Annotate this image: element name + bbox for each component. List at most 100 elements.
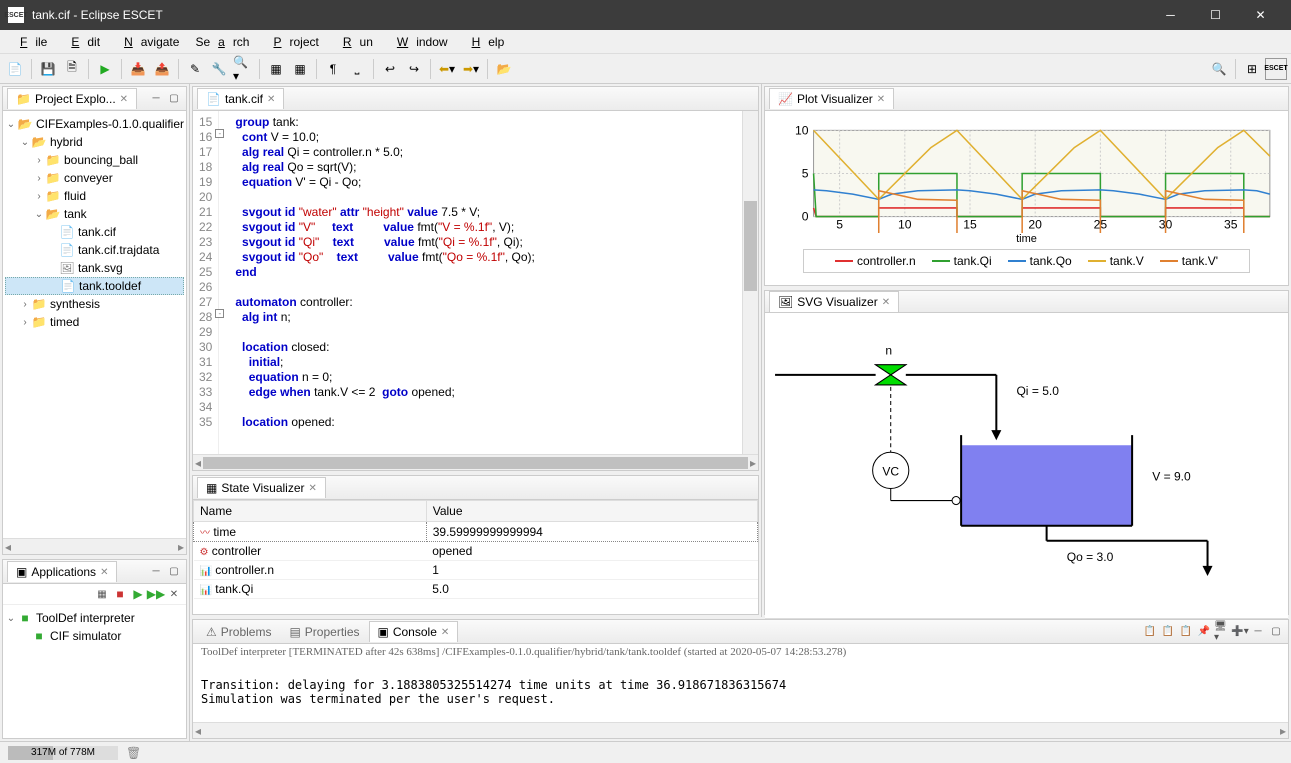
console-btn-3[interactable]: 📋 — [1178, 624, 1194, 640]
menu-navigate[interactable]: Navigate — [108, 32, 187, 52]
project-explorer-tab[interactable]: 📁 Project Explo... ✕ — [7, 88, 137, 109]
col-name[interactable]: Name — [194, 501, 427, 522]
svg-visualizer-tab[interactable]: 🖼 SVG Visualizer ✕ — [769, 291, 899, 312]
console-btn-1[interactable]: 📋 — [1142, 624, 1158, 640]
menu-help[interactable]: Help — [456, 32, 513, 52]
menu-window[interactable]: Window — [381, 32, 456, 52]
tool-7[interactable]: ↩ — [379, 58, 401, 80]
main-toolbar: 📄 💾 🗎 ▶ 📥 📤 ✎ 🔧 🔍▾ ▦ ▦ ¶ ⎵ ↩ ↪ ⬅▾ ➡▾ 📂 🔍… — [0, 54, 1291, 84]
maximize-view[interactable]: ▢ — [166, 564, 182, 580]
app-icon: ▣ — [16, 565, 27, 579]
menu-file[interactable]: File — [4, 32, 55, 52]
close-icon[interactable]: ✕ — [882, 297, 890, 308]
tool-4[interactable]: ▦ — [289, 58, 311, 80]
run-button[interactable]: ▶ — [94, 58, 116, 80]
apps-btn-remove[interactable]: ✕ — [166, 586, 182, 602]
table-row[interactable]: 📊 tank.Qi5.0 — [194, 580, 758, 599]
svg-text:n: n — [885, 344, 892, 358]
tree-item-selected[interactable]: tank.tooldef — [79, 279, 141, 293]
console-btn-2[interactable]: 📋 — [1160, 624, 1176, 640]
plot-visualizer-tab[interactable]: 📈 Plot Visualizer ✕ — [769, 88, 894, 109]
tree-hscroll[interactable]: ◂▸ — [3, 538, 186, 554]
console-hscroll[interactable]: ◂▸ — [193, 722, 1288, 738]
memory-bar[interactable]: 317M of 778M — [8, 746, 118, 760]
console-output[interactable]: Transition: delaying for 3.1883805325514… — [193, 660, 1288, 722]
menu-edit[interactable]: Edit — [55, 32, 108, 52]
console-display[interactable]: 🖥▾ — [1214, 624, 1230, 640]
new-button[interactable]: 📄 — [4, 58, 26, 80]
svg-text:0: 0 — [802, 210, 809, 224]
menu-project[interactable]: Project — [257, 32, 326, 52]
escet-perspective[interactable]: ESCET — [1265, 58, 1287, 80]
tool-1[interactable]: ✎ — [184, 58, 206, 80]
warning-icon: ⚠ — [206, 625, 217, 639]
minimize-button[interactable]: ─ — [1148, 0, 1193, 30]
plot-area: 05105101520253035 time controller.ntank.… — [765, 111, 1288, 285]
applications-tab[interactable]: ▣ Applications ✕ — [7, 561, 117, 582]
editor-vscroll[interactable] — [742, 111, 758, 454]
qi-label: Qi = 5.0 — [1016, 384, 1059, 398]
tool-8[interactable]: ↪ — [403, 58, 425, 80]
apps-btn-1[interactable]: ▦ — [94, 586, 110, 602]
maximize-view[interactable]: ▢ — [166, 91, 182, 107]
code-editor[interactable]: 15-161718192021222324252627-282930313233… — [193, 111, 758, 454]
apps-btn-3[interactable]: ▶ — [130, 586, 146, 602]
open-perspective[interactable]: ⊞ — [1241, 58, 1263, 80]
apps-btn-4[interactable]: ▶▶ — [148, 586, 164, 602]
gc-icon[interactable]: 🗑 — [126, 746, 141, 760]
file-icon: 📄 — [206, 92, 221, 106]
close-icon[interactable]: ✕ — [877, 94, 885, 105]
tool-5[interactable]: ¶ — [322, 58, 344, 80]
apps-btn-terminate[interactable]: ■ — [112, 586, 128, 602]
search-tool[interactable]: 🔍▾ — [232, 58, 254, 80]
close-button[interactable]: ✕ — [1238, 0, 1283, 30]
plot-legend: controller.ntank.Qitank.Qotank.Vtank.V' — [803, 249, 1250, 273]
maximize-button[interactable]: ☐ — [1193, 0, 1238, 30]
state-visualizer-tab[interactable]: ▦ State Visualizer ✕ — [197, 477, 326, 498]
qo-label: Qo = 3.0 — [1067, 550, 1114, 564]
perspective-button[interactable]: 📂 — [493, 58, 515, 80]
maximize-view[interactable]: ▢ — [1268, 624, 1284, 640]
quick-access[interactable]: 🔍 — [1208, 58, 1230, 80]
forward-button[interactable]: ➡▾ — [460, 58, 482, 80]
col-value[interactable]: Value — [426, 501, 757, 522]
table-row[interactable]: 📊 controller.n1 — [194, 561, 758, 580]
svg-text:10: 10 — [898, 218, 912, 232]
close-icon[interactable]: ✕ — [309, 483, 317, 494]
back-button[interactable]: ⬅▾ — [436, 58, 458, 80]
svg-text:5: 5 — [836, 218, 843, 232]
tool-2[interactable]: 🔧 — [208, 58, 230, 80]
minimize-view[interactable]: ─ — [1250, 624, 1266, 640]
save-button[interactable]: 💾 — [37, 58, 59, 80]
console-new[interactable]: ➕▾ — [1232, 624, 1248, 640]
save-all-button[interactable]: 🗎 — [61, 58, 83, 80]
close-icon[interactable]: ✕ — [267, 94, 275, 105]
console-tab[interactable]: ▣Console✕ — [369, 621, 459, 642]
close-icon[interactable]: ✕ — [120, 94, 128, 105]
close-icon[interactable]: ✕ — [100, 567, 108, 578]
tool-3[interactable]: ▦ — [265, 58, 287, 80]
import-button[interactable]: 📥 — [127, 58, 149, 80]
export-button[interactable]: 📤 — [151, 58, 173, 80]
console-pin[interactable]: 📌 — [1196, 624, 1212, 640]
table-row[interactable]: 〰 time39.59999999999994 — [194, 522, 758, 542]
list-icon: ▤ — [289, 625, 300, 639]
editor-tab[interactable]: 📄 tank.cif ✕ — [197, 88, 284, 109]
table-icon: ▦ — [206, 481, 217, 495]
svg-text:35: 35 — [1224, 218, 1238, 232]
menu-run[interactable]: Run — [327, 32, 381, 52]
properties-tab[interactable]: ▤Properties — [280, 621, 368, 643]
svg-text:10: 10 — [795, 123, 809, 137]
folder-icon: 📁 — [16, 92, 31, 106]
tool-6[interactable]: ⎵ — [346, 58, 368, 80]
state-table[interactable]: Name Value 〰 time39.59999999999994⚙ cont… — [193, 500, 758, 614]
menu-search[interactable]: Search — [187, 32, 257, 52]
problems-tab[interactable]: ⚠Problems — [197, 621, 280, 643]
table-row[interactable]: ⚙ controlleropened — [194, 542, 758, 561]
applications-tree[interactable]: ⌄■ToolDef interpreter ■CIF simulator — [3, 605, 186, 738]
minimize-view[interactable]: ─ — [148, 91, 164, 107]
project-tree[interactable]: ⌄📂CIFExamples-0.1.0.qualifier ⌄📂hybrid ›… — [3, 111, 186, 538]
minimize-view[interactable]: ─ — [148, 564, 164, 580]
editor-hscroll[interactable]: ◂▸ — [193, 454, 758, 470]
close-icon[interactable]: ✕ — [441, 627, 449, 638]
